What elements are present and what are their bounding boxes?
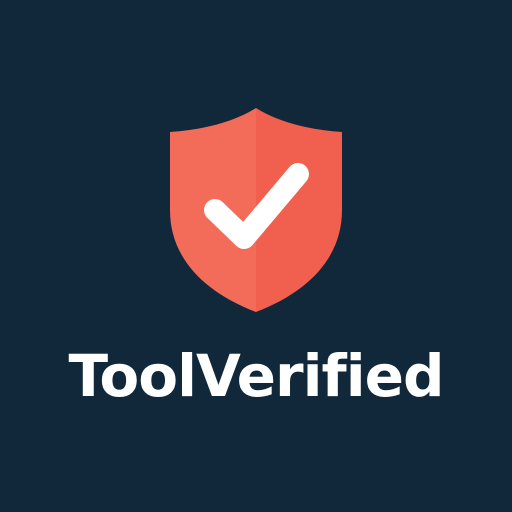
logo-canvas: ToolVerified (0, 0, 512, 512)
shield-check-icon (170, 108, 342, 312)
brand-wordmark: ToolVerified (68, 342, 445, 410)
